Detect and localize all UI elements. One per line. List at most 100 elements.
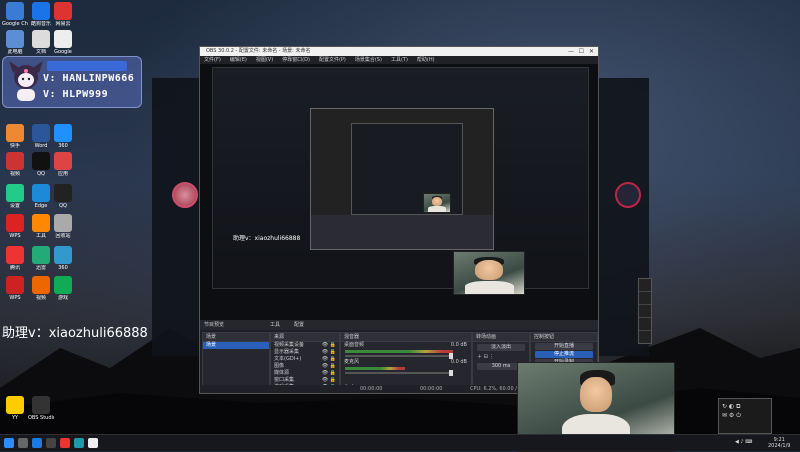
transition-select[interactable]: 淡入淡出 [477, 344, 525, 351]
control-button[interactable]: 开始直播 [535, 343, 593, 350]
tray-icons[interactable]: ◀ ♪ ⌨ [735, 439, 752, 445]
desktop-icon-label: 网易云 [55, 21, 71, 27]
app-icon [54, 214, 72, 232]
source-item[interactable]: 图像 👁 🔒 [271, 363, 339, 370]
app-icon[interactable] [74, 438, 84, 448]
desktop-icon[interactable]: 腾讯 [2, 246, 28, 271]
desktop-icon-label: 快手 [9, 143, 20, 149]
desktop-icon[interactable]: Google [50, 30, 76, 55]
visibility-icon[interactable]: 👁 🔒 [322, 349, 336, 356]
scene-item[interactable]: 场景 [203, 342, 269, 349]
tool-icon[interactable] [639, 292, 651, 305]
desktop-icon[interactable]: 应用 [50, 152, 76, 177]
source-item[interactable]: 显示器采集 👁 🔒 [271, 349, 339, 356]
desktop-icon[interactable]: 游戏 [50, 276, 76, 301]
desktop-icon-label: 视频 [9, 171, 20, 177]
maximize-icon[interactable]: ☐ [579, 47, 584, 56]
mixer-track-desktop: 桌面音频 0.0 dB [341, 342, 471, 349]
tab-config[interactable]: 配置 [294, 320, 304, 330]
desktop-icon[interactable]: 快手 [2, 124, 28, 149]
app-icon [32, 2, 50, 20]
menu-item[interactable]: 场景集合(S) [355, 57, 382, 63]
app-icon [6, 396, 24, 414]
desktop-icon[interactable]: WPS [2, 276, 28, 301]
start-icon[interactable] [4, 438, 14, 448]
desktop-icon[interactable]: WPS [2, 214, 28, 239]
sources-panel: 来源 视频采集设备 👁 🔒 显示器采集 👁 🔒 文本(GDI+) 👁 🔒 图像 👁 🔒 媒体源 👁… [270, 332, 340, 393]
source-item[interactable]: 视频采集设备 👁 🔒 [271, 342, 339, 349]
menu-item[interactable]: 视图(V) [256, 57, 273, 63]
desktop-icon-label: YY [11, 415, 19, 421]
app-icon [54, 276, 72, 294]
close-icon[interactable]: ✕ [589, 47, 594, 56]
obs-preview[interactable]: 助理v：xiaozhuli66888 [200, 64, 598, 320]
scenes-header: 场景 [203, 333, 269, 342]
desktop-icon[interactable]: 此电脑 [2, 30, 28, 55]
menu-item[interactable]: 编辑(E) [230, 57, 247, 63]
track-db: 0.0 dB [450, 342, 467, 348]
app-icon [6, 30, 24, 48]
menu-item[interactable]: 帮助(H) [417, 57, 435, 63]
quick-panel-icons[interactable]: ↻ ◐ ⧉ ✉ ⚙ ⏻ [719, 399, 771, 423]
visibility-icon[interactable]: 👁 🔒 [322, 370, 336, 377]
desktop-icon[interactable]: 回收站 [50, 214, 76, 239]
streamer-avatar[interactable] [172, 182, 198, 208]
menu-item[interactable]: 停靠窗口(D) [282, 57, 310, 63]
source-item[interactable]: 文本(GDI+) 👁 🔒 [271, 356, 339, 363]
control-button[interactable]: 停止推流 [535, 351, 593, 358]
source-label: 文本(GDI+) [274, 356, 302, 362]
side-tool-strip [638, 278, 652, 344]
kuromi-mascot-icon [9, 61, 43, 101]
desktop-icon-label: WPS [9, 295, 21, 301]
desktop-icon[interactable]: 网易云 [50, 2, 76, 27]
desktop-icon[interactable]: 设置 [2, 184, 28, 209]
tool-icon[interactable] [639, 305, 651, 318]
visibility-icon[interactable]: 👁 🔒 [322, 356, 336, 363]
edge-icon[interactable] [32, 438, 42, 448]
menu-item[interactable]: 文件(F) [204, 57, 221, 63]
desktop-icon-label: 360 [58, 265, 68, 271]
record-indicator[interactable] [615, 182, 641, 208]
search-icon[interactable] [18, 438, 28, 448]
app-icon[interactable] [88, 438, 98, 448]
menu-item[interactable]: 配置文件(P) [319, 57, 346, 63]
app-icon [6, 152, 24, 170]
minimize-icon[interactable]: — [568, 47, 574, 56]
desktop-icon[interactable]: 360 [50, 246, 76, 271]
visibility-icon[interactable]: 👁 🔒 [322, 363, 336, 370]
clock[interactable]: 9:21 2024/1/9 [768, 437, 790, 449]
menu-item[interactable]: 工具(T) [391, 57, 408, 63]
obs-title: OBS 30.0.2 - 配置文件: 未命名 - 场景: 未命名 [206, 48, 311, 54]
source-item[interactable]: 媒体源 👁 🔒 [271, 370, 339, 377]
desktop-icon[interactable]: Google Chrome [2, 2, 28, 27]
track-db: 0.0 dB [450, 359, 467, 365]
nested-obs-capture [310, 108, 494, 250]
audio-meter [345, 350, 453, 353]
tool-icon[interactable] [639, 279, 651, 292]
desktop-icon[interactable]: YY [2, 396, 28, 421]
app-icon [54, 152, 72, 170]
desktop-icon[interactable]: 360 [50, 124, 76, 149]
desktop-icon[interactable]: 视频 [2, 152, 28, 177]
volume-slider[interactable] [345, 370, 453, 376]
transition-add-icon[interactable]: ＋ ⊟ ⋮ [477, 353, 494, 360]
desktop-icon[interactable]: QQ [50, 184, 76, 209]
volume-slider[interactable] [345, 353, 453, 359]
visibility-icon[interactable]: 👁 🔒 [322, 342, 336, 349]
desktop-icon-label: Google [54, 49, 72, 55]
desktop-icon-label: Google Chrome [2, 21, 28, 27]
audio-meter [345, 367, 405, 370]
app-icon[interactable] [60, 438, 70, 448]
tab-tools[interactable]: 工具 [270, 320, 280, 330]
task-view-icon[interactable] [46, 438, 56, 448]
source-label: 显示器采集 [274, 349, 300, 355]
desktop-icon[interactable]: OBS Studio [28, 396, 54, 421]
tab-preview[interactable]: 节目预览 [204, 320, 224, 330]
desktop-icon-label: 游戏 [57, 295, 68, 301]
tool-icon[interactable] [639, 318, 651, 331]
taskbar: 9:21 2024/1/9 ◀ ♪ ⌨ [0, 434, 800, 451]
visibility-icon[interactable]: 👁 🔒 [322, 377, 336, 384]
scenes-panel: 场景 场景 ＋ ⊟ ∧ ∨ [202, 332, 270, 393]
source-item[interactable]: 窗口采集 👁 🔒 [271, 377, 339, 384]
card-line-2: V: HLPW999 [43, 89, 109, 100]
